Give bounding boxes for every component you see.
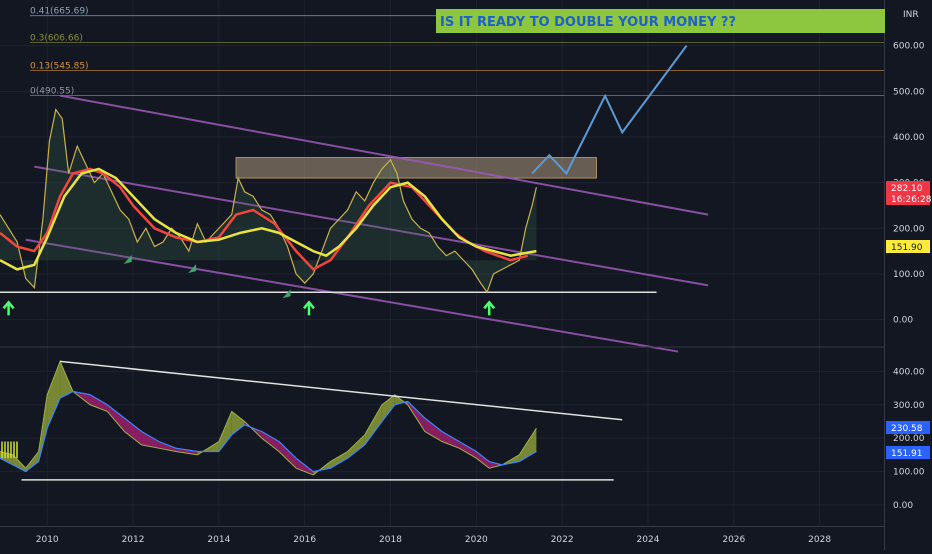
chart-stage: 0.41(665.69) 0.3(606.66) 0.13(545.85) 0(490… (0, 0, 932, 550)
osc-value-2: 151.91 (891, 449, 923, 459)
last-price-value: 282.10 (891, 184, 923, 194)
countdown-value: 16:26:28 (891, 195, 932, 205)
osc-y-tick-label: 400.00 (893, 367, 925, 377)
osc-y-tick-label: 300.00 (893, 401, 925, 411)
fib-level-label: 0.41(665.69) (30, 7, 89, 17)
osc-value-badge-2: 151.91 (886, 446, 930, 459)
headline-banner: IS IT READY TO DOUBLE YOUR MONEY ?? (436, 9, 885, 33)
x-tick-label: 2028 (808, 535, 831, 545)
x-tick-label: 2010 (36, 535, 59, 545)
chart-background (0, 0, 932, 550)
x-tick-label: 2022 (551, 535, 574, 545)
y-tick-label: 0.00 (893, 316, 913, 326)
x-tick-label: 2014 (207, 535, 230, 545)
y-tick-label: 200.00 (893, 224, 925, 234)
osc-y-tick-label: 100.00 (893, 468, 925, 478)
y-tick-label: 600.00 (893, 42, 925, 52)
ma-value-badge: 151.90 (886, 240, 930, 253)
x-tick-label: 2012 (122, 535, 145, 545)
y-tick-label: 400.00 (893, 133, 925, 143)
osc-y-tick-label: 200.00 (893, 434, 925, 444)
fib-level-label: 0.13(545.85) (30, 61, 89, 71)
x-tick-label: 2020 (465, 535, 488, 545)
banner-text: IS IT READY TO DOUBLE YOUR MONEY ?? (440, 15, 736, 30)
currency-label: INR (903, 10, 919, 20)
x-tick-label: 2018 (379, 535, 402, 545)
x-tick-label: 2016 (293, 535, 316, 545)
last-price-badge: 282.10 16:26:28 (886, 181, 932, 205)
fib-level-label: 0(490.55) (30, 87, 74, 97)
chart-svg: 0.41(665.69) 0.3(606.66) 0.13(545.85) 0(490… (0, 0, 932, 550)
x-tick-label: 2024 (637, 535, 660, 545)
y-tick-label: 100.00 (893, 270, 925, 280)
osc-value-1: 230.58 (891, 424, 923, 434)
osc-y-tick-label: 0.00 (893, 501, 913, 511)
osc-value-badge-1: 230.58 (886, 421, 930, 434)
fib-level-label: 0.3(606.66) (30, 34, 83, 44)
y-tick-label: 500.00 (893, 87, 925, 97)
x-tick-label: 2026 (722, 535, 745, 545)
ma-value: 151.90 (891, 243, 923, 253)
